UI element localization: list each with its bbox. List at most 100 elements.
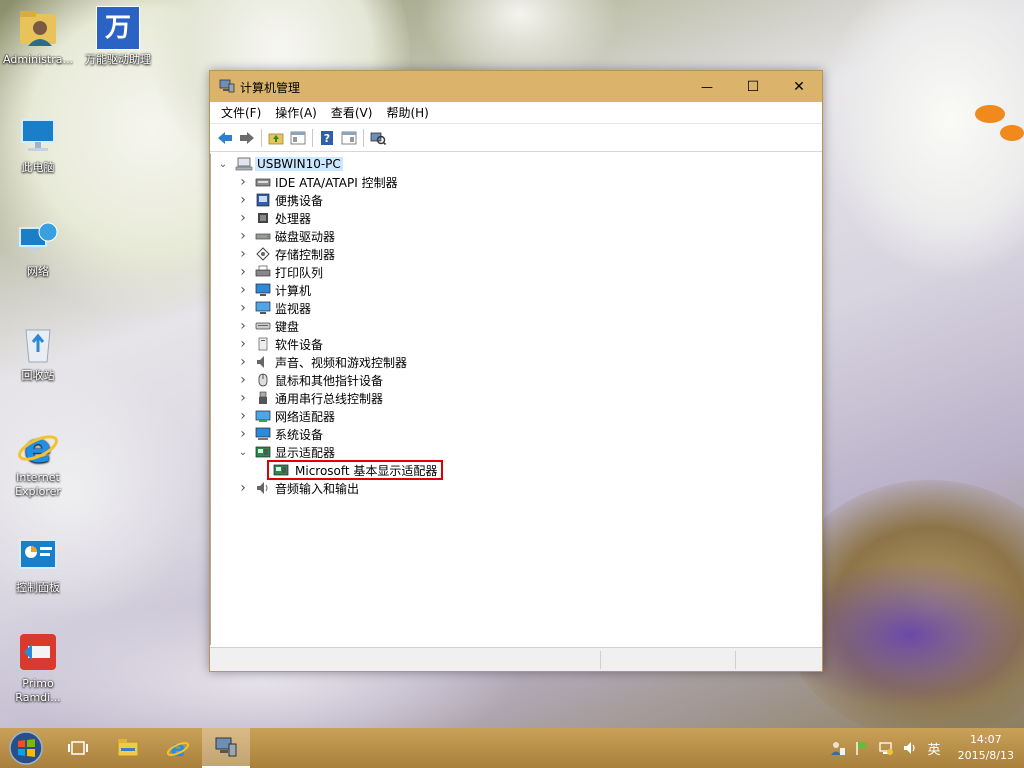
back-button[interactable] <box>214 127 236 149</box>
chevron-right-icon[interactable]: › <box>237 228 249 244</box>
tree-item[interactable]: › 网络适配器 <box>237 407 335 425</box>
help-button[interactable]: ? <box>316 127 338 149</box>
up-folder-button[interactable] <box>265 127 287 149</box>
tree-item[interactable]: › 系统设备 <box>237 425 323 443</box>
desktop-icon-primo-ramdisk[interactable]: Primo Ramdi... <box>0 630 76 705</box>
desktop-icon-network[interactable]: 网络 <box>0 218 76 279</box>
svg-text:?: ? <box>324 132 330 145</box>
chevron-right-icon[interactable]: › <box>237 336 249 352</box>
chevron-right-icon[interactable]: › <box>237 210 249 226</box>
chevron-right-icon[interactable]: › <box>237 408 249 424</box>
maximize-button[interactable]: ☐ <box>730 71 776 102</box>
taskbar-file-explorer[interactable] <box>110 728 146 768</box>
input-method-indicator[interactable]: 英 <box>926 740 942 758</box>
forward-arrow-icon <box>240 131 254 144</box>
tree-item[interactable]: › 处理器 <box>237 209 311 227</box>
properties-icon <box>341 131 357 144</box>
clock[interactable]: 14:07 2015/8/13 <box>958 732 1014 764</box>
tree-item-label: IDE ATA/ATAPI 控制器 <box>275 175 398 190</box>
chevron-right-icon[interactable]: › <box>237 300 249 316</box>
taskbar-internet-explorer[interactable]: e <box>160 728 196 768</box>
menu-help[interactable]: 帮助(H) <box>379 102 435 124</box>
desktop-icon-label: Administra... <box>3 53 73 66</box>
computer-management-window: 计算机管理 — ☐ ✕ 文件(F) 操作(A) 查看(V) 帮助(H) ? ⌄ … <box>209 70 823 672</box>
chevron-right-icon[interactable]: › <box>237 246 249 262</box>
minimize-button[interactable]: — <box>684 71 730 102</box>
desktop-icon-driver-assistant[interactable]: 万 万能驱动助理 <box>80 6 156 67</box>
taskbar-computer-management[interactable] <box>202 728 250 768</box>
device-tree: ⌄ USBWIN10-PC › IDE ATA/ATAPI 控制器 › 便携设备 › 处理… <box>210 153 822 645</box>
tree-item[interactable]: › 计算机 <box>237 281 311 299</box>
tree-root-label: USBWIN10-PC <box>255 157 343 171</box>
chevron-right-icon[interactable]: › <box>237 174 249 190</box>
task-view-button[interactable] <box>60 728 96 768</box>
taskbar: e 英 14:07 2015/8/13 <box>0 728 1024 768</box>
menu-action[interactable]: 操作(A) <box>268 102 324 124</box>
tree-item[interactable]: › 监视器 <box>237 299 311 317</box>
tree-item-label: 监视器 <box>275 301 312 316</box>
desktop-icon-this-pc[interactable]: 此电脑 <box>0 114 76 175</box>
internet-explorer-icon: e <box>16 424 60 472</box>
tree-item[interactable]: › 软件设备 <box>237 335 323 353</box>
chevron-right-icon[interactable]: › <box>237 426 249 442</box>
close-button[interactable]: ✕ <box>776 71 822 102</box>
svg-text:e: e <box>24 426 51 468</box>
ide-controller-icon <box>255 175 271 189</box>
chevron-right-icon[interactable]: › <box>237 372 249 388</box>
start-button[interactable] <box>0 728 52 768</box>
network-status-icon[interactable] <box>878 740 894 756</box>
scan-hardware-icon <box>370 132 386 145</box>
minimize-icon: — <box>701 79 713 94</box>
menu-file[interactable]: 文件(F) <box>214 102 268 124</box>
action-center-flag-icon[interactable] <box>854 740 870 756</box>
show-hide-tree-button[interactable] <box>287 127 309 149</box>
chevron-right-icon[interactable]: › <box>237 264 249 280</box>
tree-item[interactable]: › 键盘 <box>237 317 299 335</box>
title-bar[interactable]: 计算机管理 — ☐ ✕ <box>210 71 822 102</box>
folder-up-icon <box>268 133 284 144</box>
task-view-icon <box>68 741 88 755</box>
desktop-icon-recycle-bin[interactable]: 回收站 <box>0 322 76 383</box>
tree-item-label: 音频输入和输出 <box>275 481 360 496</box>
chevron-right-icon[interactable]: › <box>237 318 249 334</box>
chevron-right-icon[interactable]: › <box>237 390 249 406</box>
forward-button[interactable] <box>236 127 258 149</box>
chevron-right-icon[interactable]: › <box>237 192 249 208</box>
tree-item[interactable]: › 声音、视频和游戏控制器 <box>237 353 407 371</box>
primo-ramdisk-icon <box>16 630 60 674</box>
tree-item[interactable]: ⌄ 显示适配器 <box>237 443 335 461</box>
tree-child-item[interactable]: Microsoft 基本显示适配器 <box>267 460 444 480</box>
print-queue-icon <box>255 265 271 279</box>
desktop-icon-internet-explorer[interactable]: e Internet Explorer <box>0 424 76 499</box>
chevron-down-icon[interactable]: ⌄ <box>217 158 229 170</box>
desktop-icon-administrator[interactable]: Administra... <box>0 6 76 67</box>
computer-icon <box>255 283 271 297</box>
toolbar-separator <box>261 128 262 147</box>
menu-view[interactable]: 查看(V) <box>324 102 380 124</box>
keyboard-icon <box>255 319 271 333</box>
properties-button[interactable] <box>338 127 360 149</box>
tree-item[interactable]: › 打印队列 <box>237 263 323 281</box>
user-account-icon[interactable] <box>830 740 846 756</box>
status-bar-pane <box>735 651 736 669</box>
tree-item[interactable]: › 便携设备 <box>237 191 323 209</box>
chevron-right-icon[interactable]: › <box>237 480 249 496</box>
chevron-right-icon[interactable]: › <box>237 354 249 370</box>
driver-assistant-glyph: 万 <box>104 13 131 43</box>
tree-item[interactable]: › IDE ATA/ATAPI 控制器 <box>237 173 398 191</box>
disk-drive-icon <box>255 229 271 243</box>
tree-item[interactable]: › 音频输入和输出 <box>237 479 359 497</box>
tree-item-label: 网络适配器 <box>275 409 336 424</box>
tree-item[interactable]: › 鼠标和其他指针设备 <box>237 371 383 389</box>
desktop-icon-control-panel[interactable]: 控制面板 <box>0 534 76 595</box>
display-adapter-icon <box>273 463 289 477</box>
chevron-right-icon[interactable]: › <box>237 282 249 298</box>
volume-icon[interactable] <box>902 740 918 756</box>
tree-item[interactable]: › 通用串行总线控制器 <box>237 389 383 407</box>
tree-item[interactable]: › 磁盘驱动器 <box>237 227 335 245</box>
processor-icon <box>255 211 271 225</box>
tree-item[interactable]: › 存储控制器 <box>237 245 335 263</box>
tree-root-computer[interactable]: ⌄ USBWIN10-PC <box>217 155 343 173</box>
scan-hardware-button[interactable] <box>367 127 389 149</box>
chevron-down-icon[interactable]: ⌄ <box>237 446 249 458</box>
